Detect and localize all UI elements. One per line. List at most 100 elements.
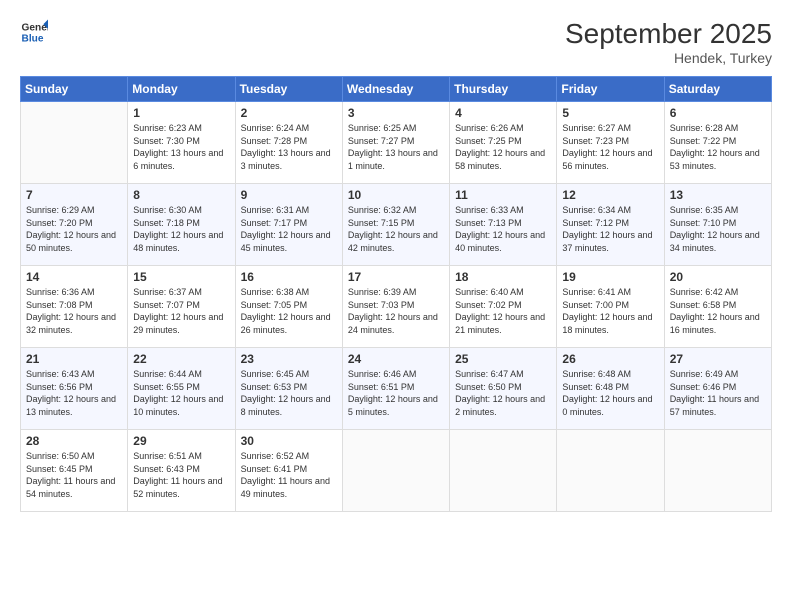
calendar-cell: 18 Sunrise: 6:40 AMSunset: 7:02 PMDayligh…: [450, 266, 557, 348]
day-info: Sunrise: 6:42 AMSunset: 6:58 PMDaylight:…: [670, 286, 766, 336]
day-number: 14: [26, 270, 122, 284]
header: General Blue September 2025 Hendek, Turk…: [20, 18, 772, 66]
main-title: September 2025: [565, 18, 772, 50]
day-info: Sunrise: 6:23 AMSunset: 7:30 PMDaylight:…: [133, 122, 229, 172]
calendar-cell: 30Sunrise: 6:52 AMSunset: 6:41 PMDayligh…: [235, 430, 342, 512]
calendar-cell: 12 Sunrise: 6:34 AMSunset: 7:12 PMDayligh…: [557, 184, 664, 266]
day-number: 12: [562, 188, 658, 202]
calendar-cell: 3Sunrise: 6:25 AMSunset: 7:27 PMDaylight…: [342, 102, 449, 184]
day-number: 29: [133, 434, 229, 448]
day-info: Sunrise: 6:26 AMSunset: 7:25 PMDaylight:…: [455, 122, 551, 172]
day-number: 1: [133, 106, 229, 120]
day-number: 11: [455, 188, 551, 202]
day-number: 26: [562, 352, 658, 366]
day-info: Sunrise: 6:32 AMSunset: 7:15 PMDaylight:…: [348, 204, 444, 254]
day-info: Sunrise: 6:24 AMSunset: 7:28 PMDaylight:…: [241, 122, 337, 172]
day-number: 20: [670, 270, 766, 284]
day-number: 19: [562, 270, 658, 284]
calendar-cell: 4 Sunrise: 6:26 AMSunset: 7:25 PMDaylight…: [450, 102, 557, 184]
day-info: Sunrise: 6:47 AMSunset: 6:50 PMDaylight:…: [455, 368, 551, 418]
calendar-cell: 10 Sunrise: 6:32 AMSunset: 7:15 PMDayligh…: [342, 184, 449, 266]
logo: General Blue: [20, 18, 48, 46]
calendar-cell: [450, 430, 557, 512]
day-number: 25: [455, 352, 551, 366]
day-info: Sunrise: 6:46 AMSunset: 6:51 PMDaylight:…: [348, 368, 444, 418]
day-number: 9: [241, 188, 337, 202]
day-info: Sunrise: 6:48 AMSunset: 6:48 PMDaylight:…: [562, 368, 658, 418]
subtitle: Hendek, Turkey: [565, 50, 772, 66]
svg-text:Blue: Blue: [22, 33, 44, 44]
calendar-cell: 22Sunrise: 6:44 AMSunset: 6:55 PMDayligh…: [128, 348, 235, 430]
calendar-cell: 2Sunrise: 6:24 AMSunset: 7:28 PMDaylight…: [235, 102, 342, 184]
day-info: Sunrise: 6:36 AMSunset: 7:08 PMDaylight:…: [26, 286, 122, 336]
day-info: Sunrise: 6:35 AMSunset: 7:10 PMDaylight:…: [670, 204, 766, 254]
day-info: Sunrise: 6:50 AMSunset: 6:45 PMDaylight:…: [26, 450, 122, 500]
header-tuesday: Tuesday: [235, 77, 342, 102]
header-monday: Monday: [128, 77, 235, 102]
day-number: 15: [133, 270, 229, 284]
calendar-cell: 29 Sunrise: 6:51 AMSunset: 6:43 PMDayligh…: [128, 430, 235, 512]
calendar-cell: 17Sunrise: 6:39 AMSunset: 7:03 PMDayligh…: [342, 266, 449, 348]
day-number: 5: [562, 106, 658, 120]
day-info: Sunrise: 6:34 AMSunset: 7:12 PMDaylight:…: [562, 204, 658, 254]
day-info: Sunrise: 6:27 AMSunset: 7:23 PMDaylight:…: [562, 122, 658, 172]
header-friday: Friday: [557, 77, 664, 102]
calendar-cell: 19 Sunrise: 6:41 AMSunset: 7:00 PMDayligh…: [557, 266, 664, 348]
calendar-week-row: 1 Sunrise: 6:23 AMSunset: 7:30 PMDaylight…: [21, 102, 772, 184]
day-number: 23: [241, 352, 337, 366]
calendar-week-row: 7 Sunrise: 6:29 AMSunset: 7:20 PMDaylight…: [21, 184, 772, 266]
calendar-week-row: 28 Sunrise: 6:50 AMSunset: 6:45 PMDayligh…: [21, 430, 772, 512]
day-info: Sunrise: 6:29 AMSunset: 7:20 PMDaylight:…: [26, 204, 122, 254]
title-block: September 2025 Hendek, Turkey: [565, 18, 772, 66]
calendar-cell: 25 Sunrise: 6:47 AMSunset: 6:50 PMDayligh…: [450, 348, 557, 430]
day-info: Sunrise: 6:38 AMSunset: 7:05 PMDaylight:…: [241, 286, 337, 336]
calendar-cell: 20 Sunrise: 6:42 AMSunset: 6:58 PMDayligh…: [664, 266, 771, 348]
day-info: Sunrise: 6:28 AMSunset: 7:22 PMDaylight:…: [670, 122, 766, 172]
day-info: Sunrise: 6:51 AMSunset: 6:43 PMDaylight:…: [133, 450, 229, 500]
day-number: 7: [26, 188, 122, 202]
day-number: 16: [241, 270, 337, 284]
calendar-cell: 21 Sunrise: 6:43 AMSunset: 6:56 PMDayligh…: [21, 348, 128, 430]
day-number: 17: [348, 270, 444, 284]
day-number: 24: [348, 352, 444, 366]
calendar-cell: 14 Sunrise: 6:36 AMSunset: 7:08 PMDayligh…: [21, 266, 128, 348]
calendar-cell: 9Sunrise: 6:31 AMSunset: 7:17 PMDaylight…: [235, 184, 342, 266]
header-wednesday: Wednesday: [342, 77, 449, 102]
day-info: Sunrise: 6:52 AMSunset: 6:41 PMDaylight:…: [241, 450, 337, 500]
day-info: Sunrise: 6:45 AMSunset: 6:53 PMDaylight:…: [241, 368, 337, 418]
calendar-cell: 7 Sunrise: 6:29 AMSunset: 7:20 PMDaylight…: [21, 184, 128, 266]
header-saturday: Saturday: [664, 77, 771, 102]
day-info: Sunrise: 6:25 AMSunset: 7:27 PMDaylight:…: [348, 122, 444, 172]
calendar-cell: [557, 430, 664, 512]
day-number: 28: [26, 434, 122, 448]
day-number: 18: [455, 270, 551, 284]
calendar-cell: [664, 430, 771, 512]
header-thursday: Thursday: [450, 77, 557, 102]
day-number: 10: [348, 188, 444, 202]
day-number: 8: [133, 188, 229, 202]
calendar-table: SundayMondayTuesdayWednesdayThursdayFrid…: [20, 76, 772, 512]
calendar-cell: 13 Sunrise: 6:35 AMSunset: 7:10 PMDayligh…: [664, 184, 771, 266]
calendar-cell: 26 Sunrise: 6:48 AMSunset: 6:48 PMDayligh…: [557, 348, 664, 430]
calendar-week-row: 14 Sunrise: 6:36 AMSunset: 7:08 PMDayligh…: [21, 266, 772, 348]
day-number: 21: [26, 352, 122, 366]
calendar-cell: 16 Sunrise: 6:38 AMSunset: 7:05 PMDayligh…: [235, 266, 342, 348]
day-info: Sunrise: 6:40 AMSunset: 7:02 PMDaylight:…: [455, 286, 551, 336]
day-number: 22: [133, 352, 229, 366]
calendar-week-row: 21 Sunrise: 6:43 AMSunset: 6:56 PMDayligh…: [21, 348, 772, 430]
day-info: Sunrise: 6:33 AMSunset: 7:13 PMDaylight:…: [455, 204, 551, 254]
day-number: 27: [670, 352, 766, 366]
calendar-cell: 15 Sunrise: 6:37 AMSunset: 7:07 PMDayligh…: [128, 266, 235, 348]
day-number: 4: [455, 106, 551, 120]
calendar-cell: 8 Sunrise: 6:30 AMSunset: 7:18 PMDaylight…: [128, 184, 235, 266]
day-info: Sunrise: 6:37 AMSunset: 7:07 PMDaylight:…: [133, 286, 229, 336]
day-info: Sunrise: 6:41 AMSunset: 7:00 PMDaylight:…: [562, 286, 658, 336]
calendar-cell: [21, 102, 128, 184]
calendar-cell: 11 Sunrise: 6:33 AMSunset: 7:13 PMDayligh…: [450, 184, 557, 266]
calendar-cell: [342, 430, 449, 512]
day-number: 13: [670, 188, 766, 202]
day-info: Sunrise: 6:30 AMSunset: 7:18 PMDaylight:…: [133, 204, 229, 254]
day-number: 6: [670, 106, 766, 120]
calendar-cell: 23 Sunrise: 6:45 AMSunset: 6:53 PMDayligh…: [235, 348, 342, 430]
day-info: Sunrise: 6:43 AMSunset: 6:56 PMDaylight:…: [26, 368, 122, 418]
